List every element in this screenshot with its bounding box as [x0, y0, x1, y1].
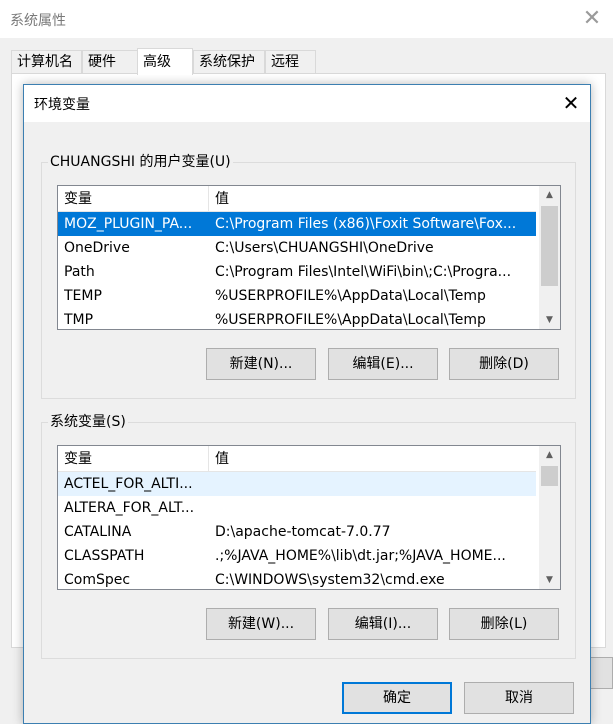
- tab-system-protection[interactable]: 系统保护: [193, 50, 265, 74]
- cancel-button[interactable]: 取消: [464, 682, 574, 714]
- user-variable-row[interactable]: MOZ_PLUGIN_PA... C:\Program Files (x86)\…: [58, 212, 536, 236]
- variable-value: C:\Program Files\Intel\WiFi\bin\;C:\Prog…: [215, 264, 512, 280]
- user-new-button[interactable]: 新建(N)...: [206, 348, 316, 380]
- user-delete-button[interactable]: 删除(D): [449, 348, 559, 380]
- list-header: 变量 值: [58, 186, 536, 212]
- variable-value: .;%JAVA_HOME%\lib\dt.jar;%JAVA_HOME...: [215, 548, 506, 564]
- scroll-up-icon[interactable]: ▲: [539, 446, 560, 464]
- variable-name: TMP: [64, 312, 94, 328]
- user-variables-group: CHUANGSHI 的用户变量(U) 变量 值 MOZ_PLUGIN_PA...…: [41, 153, 576, 399]
- dialog-title: 环境变量: [34, 97, 90, 113]
- back-window-button-partial[interactable]: [590, 657, 613, 689]
- variable-name: Path: [64, 264, 95, 280]
- scroll-up-icon[interactable]: ▲: [539, 186, 560, 204]
- variable-name: CATALINA: [64, 524, 132, 540]
- tab-advanced[interactable]: 高级: [137, 48, 193, 75]
- system-variable-row[interactable]: CLASSPATH .;%JAVA_HOME%\lib\dt.jar;%JAVA…: [58, 544, 536, 568]
- user-variable-row[interactable]: TMP %USERPROFILE%\AppData\Local\Temp: [58, 308, 536, 329]
- variable-name: OneDrive: [64, 240, 130, 256]
- system-variables-list[interactable]: 变量 值 ACTEL_FOR_ALTI... ALTERA_FOR_ALT...…: [57, 445, 561, 590]
- system-delete-button[interactable]: 删除(L): [449, 608, 559, 640]
- system-properties-titlebar: 系统属性 ✕: [0, 0, 613, 38]
- variable-name: ComSpec: [64, 572, 131, 588]
- variable-name: ALTERA_FOR_ALT...: [64, 500, 195, 516]
- ok-button[interactable]: 确定: [342, 682, 452, 714]
- variable-name: MOZ_PLUGIN_PA...: [64, 216, 193, 232]
- system-variable-row[interactable]: ACTEL_FOR_ALTI...: [58, 472, 536, 496]
- variable-name: ACTEL_FOR_ALTI...: [64, 476, 193, 492]
- column-header-value[interactable]: 值: [209, 186, 536, 211]
- tab-computer-name[interactable]: 计算机名: [11, 50, 82, 74]
- column-header-variable[interactable]: 变量: [58, 446, 209, 471]
- variable-value: C:\WINDOWS\system32\cmd.exe: [215, 572, 445, 588]
- variable-name: CLASSPATH: [64, 548, 145, 564]
- user-edit-button[interactable]: 编辑(E)...: [328, 348, 438, 380]
- variable-value: %USERPROFILE%\AppData\Local\Temp: [215, 312, 486, 328]
- system-variable-row[interactable]: CATALINA D:\apache-tomcat-7.0.77: [58, 520, 536, 544]
- user-variable-row[interactable]: Path C:\Program Files\Intel\WiFi\bin\;C:…: [58, 260, 536, 284]
- system-variables-label: 系统变量(S): [48, 413, 128, 431]
- scroll-down-icon[interactable]: ▼: [539, 571, 560, 589]
- system-edit-button[interactable]: 编辑(I)...: [328, 608, 438, 640]
- user-variable-row[interactable]: OneDrive C:\Users\CHUANGSHI\OneDrive: [58, 236, 536, 260]
- system-properties-close-icon[interactable]: ✕: [575, 4, 609, 34]
- user-variables-list[interactable]: 变量 值 MOZ_PLUGIN_PA... C:\Program Files (…: [57, 185, 561, 330]
- tab-hardware[interactable]: 硬件: [82, 50, 138, 74]
- variable-value: C:\Program Files (x86)\Foxit Software\Fo…: [215, 216, 517, 232]
- system-new-button[interactable]: 新建(W)...: [206, 608, 316, 640]
- column-header-value[interactable]: 值: [209, 446, 536, 471]
- scrollbar-thumb[interactable]: [541, 466, 558, 486]
- column-header-variable[interactable]: 变量: [58, 186, 209, 211]
- user-variables-label: CHUANGSHI 的用户变量(U): [48, 153, 233, 171]
- variable-name: TEMP: [64, 288, 102, 304]
- dialog-titlebar: 环境变量 ✕: [24, 85, 590, 122]
- variable-value: D:\apache-tomcat-7.0.77: [215, 524, 391, 540]
- user-variable-row[interactable]: TEMP %USERPROFILE%\AppData\Local\Temp: [58, 284, 536, 308]
- scroll-down-icon[interactable]: ▼: [539, 311, 560, 329]
- environment-variables-dialog: 环境变量 ✕ CHUANGSHI 的用户变量(U) 变量 值 MOZ_PLUGI…: [23, 84, 591, 724]
- tab-remote[interactable]: 远程: [265, 50, 316, 74]
- scrollbar-thumb[interactable]: [541, 206, 558, 286]
- variable-value: C:\Users\CHUANGSHI\OneDrive: [215, 240, 434, 256]
- system-variable-row[interactable]: ALTERA_FOR_ALT...: [58, 496, 536, 520]
- system-variables-group: 系统变量(S) 变量 值 ACTEL_FOR_ALTI... ALTERA_FO…: [41, 413, 576, 659]
- dialog-close-icon[interactable]: ✕: [554, 88, 588, 118]
- user-list-scrollbar[interactable]: ▲ ▼: [539, 186, 560, 329]
- list-header: 变量 值: [58, 446, 536, 472]
- system-properties-title: 系统属性: [10, 13, 66, 29]
- system-variable-row[interactable]: ComSpec C:\WINDOWS\system32\cmd.exe: [58, 568, 536, 589]
- variable-value: %USERPROFILE%\AppData\Local\Temp: [215, 288, 486, 304]
- system-list-scrollbar[interactable]: ▲ ▼: [539, 446, 560, 589]
